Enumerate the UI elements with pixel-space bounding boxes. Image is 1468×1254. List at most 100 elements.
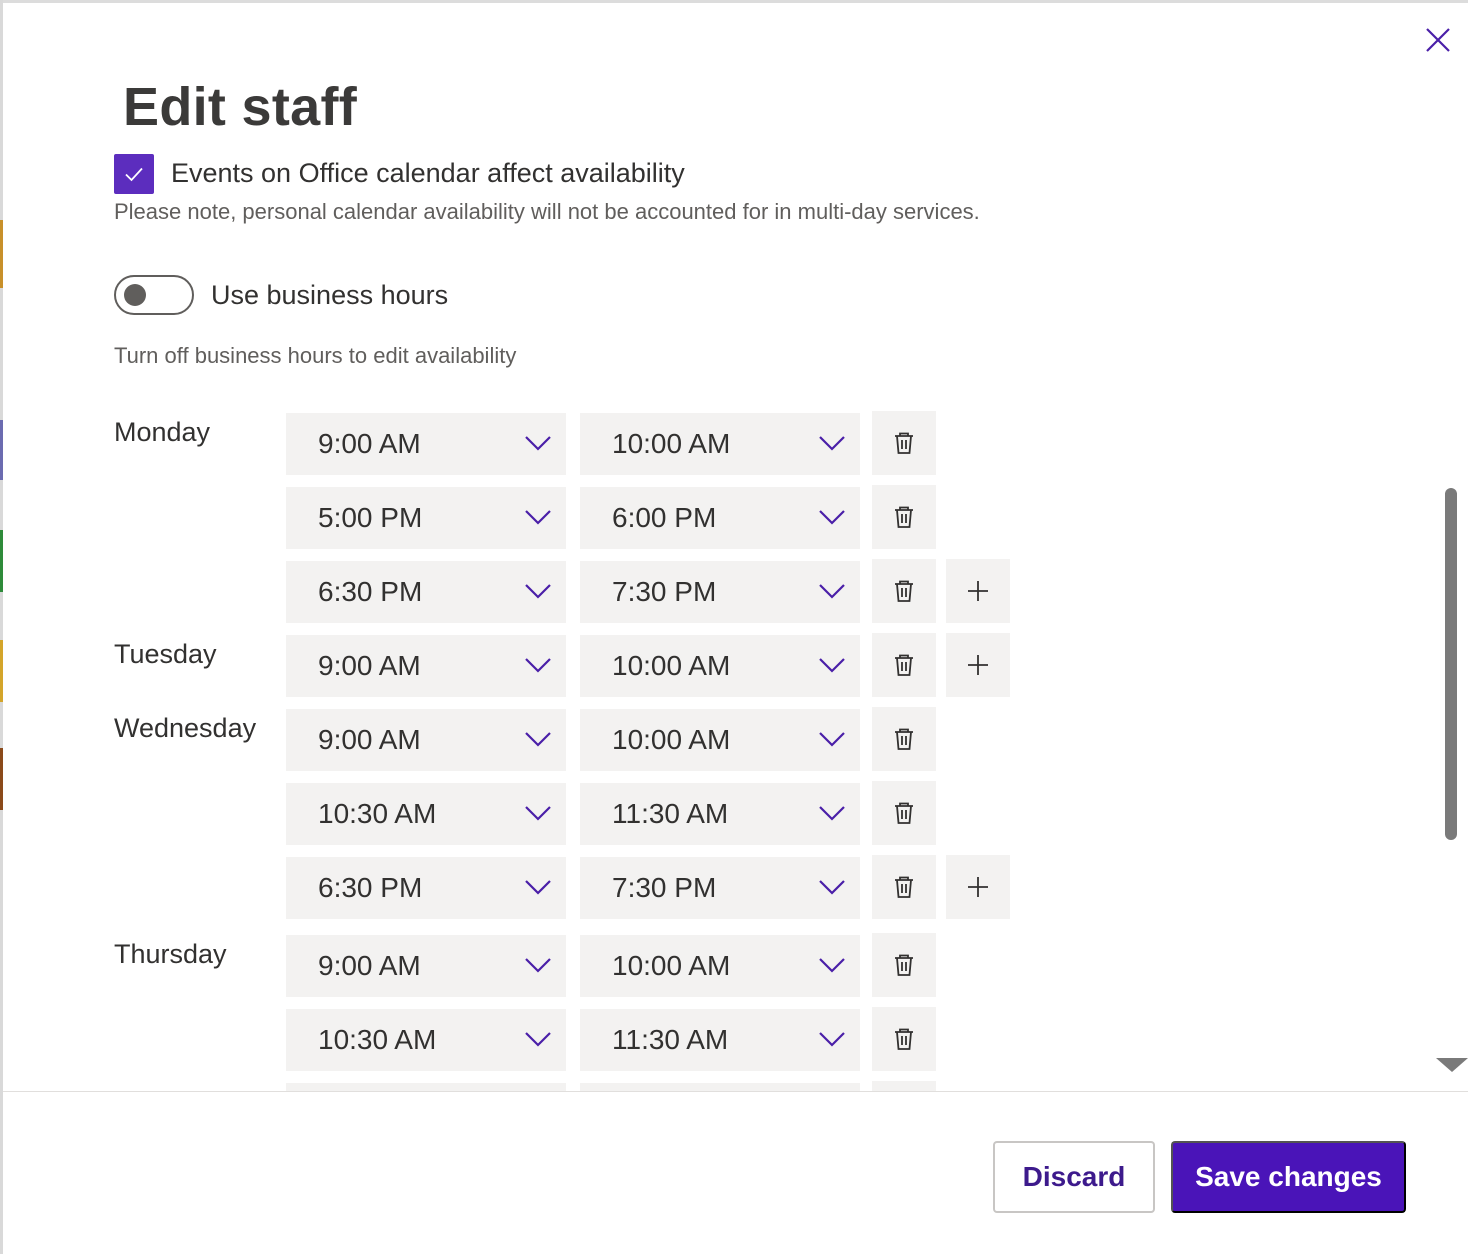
chevron-down-icon: [819, 806, 845, 821]
day-label-wednesday: Wednesday: [114, 713, 257, 743]
delete-slot-button[interactable]: [872, 633, 936, 697]
calendar-availability-checkbox[interactable]: [114, 154, 154, 194]
add-slot-button[interactable]: [946, 855, 1010, 919]
chevron-down-icon: [525, 510, 551, 525]
start-time-dropdown[interactable]: 9:00 AM: [286, 935, 566, 997]
end-time-dropdown[interactable]: 10:00 AM: [580, 635, 860, 697]
end-time-value: 6:00 PM: [612, 502, 717, 533]
chevron-down-icon: [525, 436, 551, 451]
chevron-down-icon: [525, 658, 551, 673]
save-changes-button[interactable]: Save changes: [1171, 1141, 1406, 1213]
chevron-down-icon: [525, 958, 551, 973]
end-time-value: 11:30 AM: [612, 798, 729, 829]
calendar-availability-label: Events on Office calendar affect availab…: [171, 158, 685, 188]
start-time-dropdown[interactable]: 6:30 PM: [286, 561, 566, 623]
chevron-down-icon: [525, 1032, 551, 1047]
day-label-tuesday: Tuesday: [114, 639, 217, 669]
start-time-dropdown[interactable]: 9:00 AM: [286, 709, 566, 771]
background-edge-mark: [0, 220, 3, 288]
add-slot-button[interactable]: [946, 633, 1010, 697]
chevron-down-icon: [525, 732, 551, 747]
end-time-dropdown[interactable]: 11:30 AM: [580, 783, 860, 845]
end-time-dropdown[interactable]: 7:30 PM: [580, 857, 860, 919]
start-time-value: 9:00 AM: [318, 650, 421, 681]
start-time-value: 9:00 AM: [318, 724, 421, 755]
end-time-dropdown[interactable]: 6:00 PM: [580, 487, 860, 549]
chevron-down-icon: [819, 510, 845, 525]
start-time-value: 10:30 AM: [318, 798, 437, 829]
day-label-thursday: Thursday: [114, 939, 227, 969]
day-label-monday: Monday: [114, 417, 211, 447]
start-time-dropdown[interactable]: 6:30 PM: [286, 857, 566, 919]
chevron-down-icon: [819, 958, 845, 973]
start-time-dropdown[interactable]: 9:00 AM: [286, 413, 566, 475]
delete-slot-button[interactable]: [872, 1007, 936, 1071]
end-time-dropdown[interactable]: 10:00 AM: [580, 935, 860, 997]
scrollbar-thumb[interactable]: [1445, 488, 1457, 840]
delete-slot-button[interactable]: [872, 411, 936, 475]
trash-icon: [895, 802, 913, 824]
delete-slot-button[interactable]: [872, 781, 936, 845]
end-time-value: 7:30 PM: [612, 872, 717, 903]
chevron-down-icon: [525, 880, 551, 895]
end-time-dropdown[interactable]: 11:30 AM: [580, 1009, 860, 1071]
chevron-down-icon: [819, 732, 845, 747]
end-time-value: 11:30 AM: [612, 1024, 729, 1055]
start-time-value: 9:00 AM: [318, 950, 421, 981]
start-time-value: 10:30 AM: [318, 1024, 437, 1055]
delete-slot-button[interactable]: [872, 933, 936, 997]
end-time-dropdown[interactable]: 10:00 AM: [580, 413, 860, 475]
background-edge-top: [0, 0, 1468, 3]
close-button[interactable]: [1418, 20, 1458, 60]
delete-slot-button[interactable]: [872, 1081, 936, 1091]
delete-slot-button[interactable]: [872, 707, 936, 771]
business-hours-label: Use business hours: [211, 280, 449, 310]
start-time-value: 5:00 PM: [318, 502, 423, 533]
footer-divider: [3, 1091, 1468, 1092]
end-time-dropdown[interactable]: 7:30 PM: [580, 561, 860, 623]
delete-slot-button[interactable]: [872, 855, 936, 919]
chevron-down-icon: [819, 584, 845, 599]
trash-icon: [895, 432, 913, 454]
start-time-dropdown[interactable]: 10:30 AM: [286, 1009, 566, 1071]
chevron-down-icon: [525, 584, 551, 599]
start-time-dropdown[interactable]: 9:00 AM: [286, 635, 566, 697]
calendar-availability-note: Please note, personal calendar availabil…: [114, 199, 980, 224]
add-slot-button[interactable]: [946, 559, 1010, 623]
scroll-down-arrow-icon[interactable]: [1436, 1058, 1468, 1072]
close-icon: [1426, 28, 1450, 52]
chevron-down-icon: [525, 806, 551, 821]
discard-button[interactable]: Discard: [993, 1141, 1155, 1213]
toggle-knob: [124, 284, 146, 306]
plus-icon: [968, 877, 988, 897]
business-hours-toggle[interactable]: [114, 275, 194, 315]
trash-icon: [895, 876, 913, 898]
trash-icon: [895, 580, 913, 602]
delete-slot-button[interactable]: [872, 559, 936, 623]
chevron-down-icon: [819, 658, 845, 673]
start-time-dropdown[interactable]: 5:00 PM: [286, 487, 566, 549]
chevron-down-icon: [819, 1032, 845, 1047]
start-time-value: 9:00 AM: [318, 428, 421, 459]
plus-icon: [968, 655, 988, 675]
plus-icon: [968, 581, 988, 601]
chevron-down-icon: [819, 436, 845, 451]
delete-slot-button[interactable]: [872, 485, 936, 549]
trash-icon: [895, 654, 913, 676]
end-time-value: 10:00 AM: [612, 724, 731, 755]
checkmark-icon: [125, 167, 143, 182]
chevron-down-icon: [819, 880, 845, 895]
end-time-value: 10:00 AM: [612, 950, 731, 981]
business-hours-hint: Turn off business hours to edit availabi…: [114, 343, 517, 368]
start-time-dropdown[interactable]: [286, 1083, 566, 1091]
start-time-dropdown[interactable]: 10:30 AM: [286, 783, 566, 845]
edit-staff-dialog: Edit staff Events on Office calendar aff…: [0, 0, 1468, 1254]
end-time-value: 10:00 AM: [612, 650, 731, 681]
availability-schedule: Monday 9:00 AM 10:00 AM 5:00 PM 6:00 PM 6:30 …: [0, 400, 1440, 1091]
trash-icon: [895, 954, 913, 976]
end-time-value: 7:30 PM: [612, 576, 717, 607]
end-time-dropdown[interactable]: 10:00 AM: [580, 709, 860, 771]
end-time-value: 10:00 AM: [612, 428, 731, 459]
end-time-dropdown[interactable]: [580, 1083, 860, 1091]
start-time-value: 6:30 PM: [318, 576, 423, 607]
